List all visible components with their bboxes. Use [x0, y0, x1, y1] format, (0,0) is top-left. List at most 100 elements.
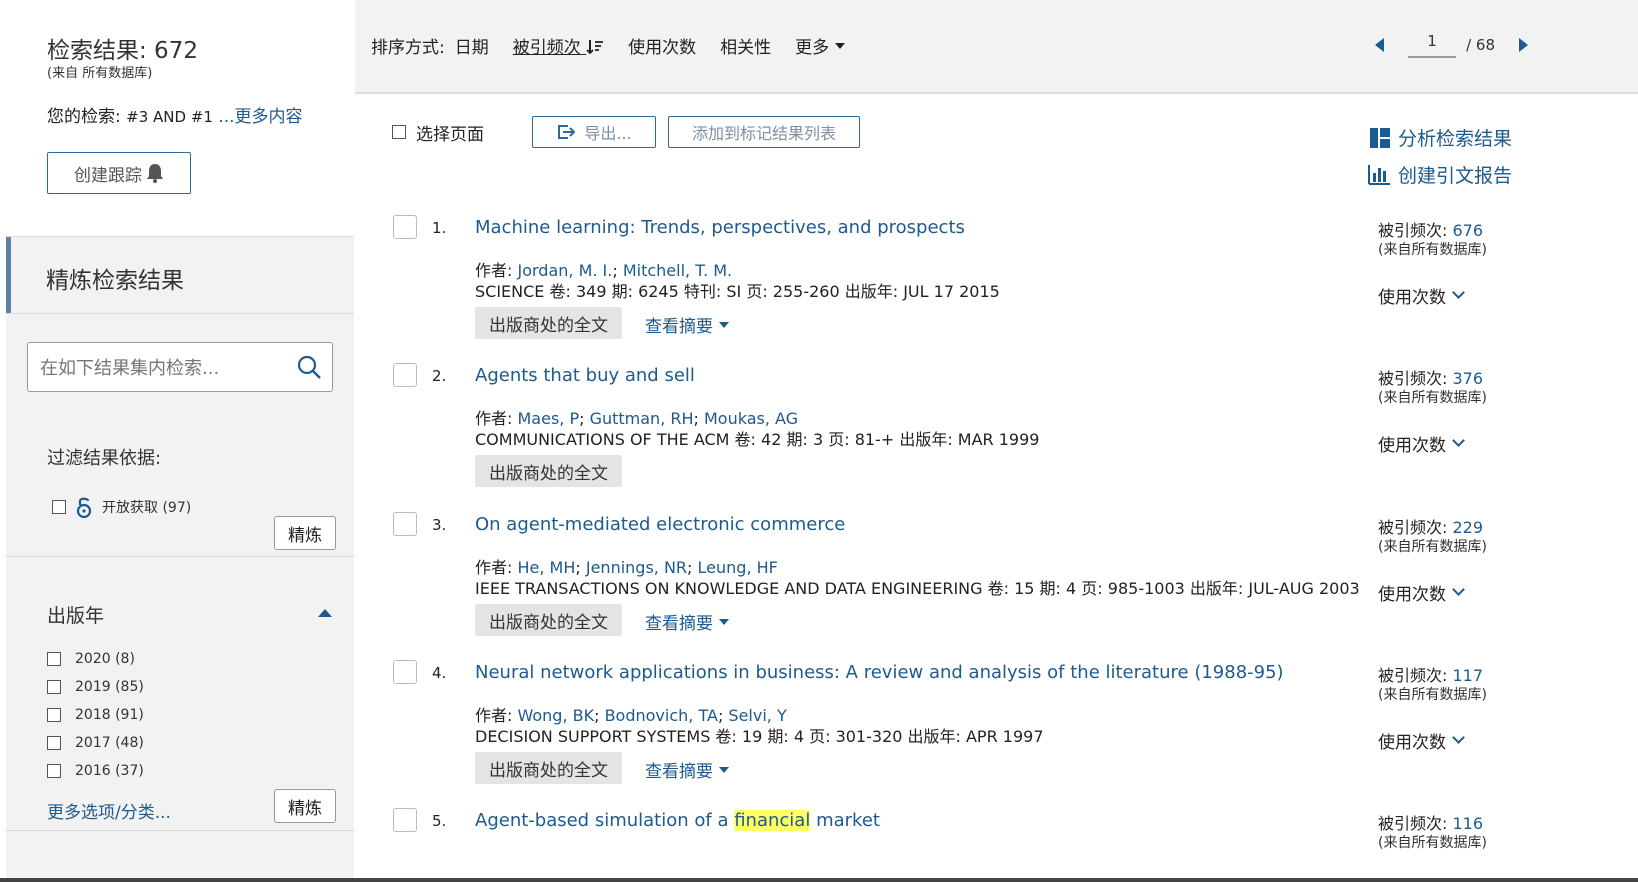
times-cited-label: 被引频次: [1378, 221, 1453, 240]
sort-usage-count[interactable]: 使用次数 [628, 33, 696, 58]
add-to-marked-list-button[interactable]: 添加到标记结果列表 [668, 116, 860, 148]
year-checkbox[interactable] [47, 680, 61, 694]
times-cited-link[interactable]: 117 [1452, 666, 1483, 685]
view-abstract-toggle[interactable]: 查看摘要 [645, 312, 729, 337]
select-page-checkbox[interactable] [392, 125, 406, 139]
result-record: 2. Agents that buy and sell 作者: Maes, P;… [393, 363, 1613, 513]
year-option[interactable]: 2019 (85) [47, 673, 144, 701]
caret-down-icon [835, 42, 846, 49]
record-source: COMMUNICATIONS OF THE ACM 卷: 42 期: 3 页: … [475, 430, 1040, 449]
times-cited: 被引频次: 229 [1378, 514, 1483, 538]
full-text-button[interactable]: 出版商处的全文 [475, 604, 622, 636]
chevron-down-icon [1452, 583, 1465, 596]
view-abstract-toggle[interactable]: 查看摘要 [645, 757, 729, 782]
analyze-icon [1370, 127, 1390, 148]
times-cited-source: (来自所有数据库) [1378, 539, 1487, 555]
times-cited-link[interactable]: 676 [1452, 221, 1483, 240]
times-cited-link[interactable]: 116 [1452, 814, 1483, 833]
record-title-link[interactable]: Agent-based simulation of a financial ma… [475, 810, 880, 831]
sort-more-dropdown[interactable]: 更多 [795, 33, 846, 58]
export-button[interactable]: 导出... [532, 116, 656, 148]
view-abstract-toggle[interactable]: 查看摘要 [645, 609, 729, 634]
title-part: Agent-based simulation of a [475, 810, 735, 831]
usage-count-toggle[interactable]: 使用次数 [1378, 580, 1465, 605]
times-cited-label: 被引频次: [1378, 369, 1453, 388]
usage-count-toggle[interactable]: 使用次数 [1378, 283, 1465, 308]
year-option[interactable]: 2017 (48) [47, 729, 144, 757]
record-checkbox[interactable] [393, 363, 417, 387]
sort-times-cited[interactable]: 被引频次 [513, 33, 604, 58]
usage-count-label: 使用次数 [1378, 733, 1446, 753]
results-toolbar: 选择页面 导出... 添加到标记结果列表 [392, 116, 872, 148]
search-icon[interactable] [296, 354, 322, 380]
usage-count-label: 使用次数 [1378, 585, 1446, 605]
year-checkbox[interactable] [47, 708, 61, 722]
year-checkbox[interactable] [47, 652, 61, 666]
refine-year-button[interactable]: 精炼 [274, 789, 336, 823]
year-label: 2016 (37) [75, 763, 144, 779]
refine-header: 精炼检索结果 [6, 236, 354, 314]
sort-more-label: 更多 [795, 38, 830, 58]
record-title-link[interactable]: Neural network applications in business:… [475, 662, 1284, 683]
result-record: 3. On agent-mediated electronic commerce… [393, 512, 1613, 662]
record-checkbox[interactable] [393, 660, 417, 684]
full-text-button[interactable]: 出版商处的全文 [475, 307, 622, 339]
usage-count-toggle[interactable]: 使用次数 [1378, 431, 1465, 456]
year-option[interactable]: 2016 (37) [47, 757, 144, 785]
times-cited-link[interactable]: 229 [1452, 518, 1483, 537]
your-search-label: 您的检索: [47, 107, 127, 127]
times-cited-source: (来自所有数据库) [1378, 242, 1487, 258]
filter-open-access[interactable]: 开放获取 (97) [52, 496, 191, 518]
search-within-input[interactable] [38, 353, 292, 383]
caret-down-icon [719, 618, 729, 625]
next-page-icon[interactable] [1519, 38, 1528, 52]
search-highlight: financial [734, 810, 811, 831]
result-record: 5. Agent-based simulation of a financial… [393, 808, 1613, 878]
record-checkbox[interactable] [393, 215, 417, 239]
sort-date[interactable]: 日期 [455, 33, 489, 58]
usage-count-toggle[interactable]: 使用次数 [1378, 728, 1465, 753]
pub-year-list: 2020 (8) 2019 (85) 2018 (91) 2017 (48) 2… [47, 645, 144, 785]
create-citation-report-link[interactable]: 创建引文报告 [1368, 161, 1512, 188]
record-source: IEEE TRANSACTIONS ON KNOWLEDGE AND DATA … [475, 579, 1360, 598]
pub-year-title: 出版年 [47, 605, 105, 627]
analyze-results-link[interactable]: 分析检索结果 [1370, 124, 1512, 151]
times-cited: 被引频次: 116 [1378, 810, 1483, 834]
record-index: 5. [432, 812, 447, 830]
sort-relevance[interactable]: 相关性 [720, 33, 771, 58]
record-checkbox[interactable] [393, 808, 417, 832]
create-alert-label: 创建跟踪 [74, 165, 142, 186]
times-cited-source: (来自所有数据库) [1378, 390, 1487, 406]
search-within-box[interactable] [27, 342, 333, 392]
select-page[interactable]: 选择页面 [392, 120, 484, 145]
collapse-caret-icon[interactable] [318, 609, 332, 617]
times-cited-source: (来自所有数据库) [1378, 687, 1487, 703]
record-title-link[interactable]: On agent-mediated electronic commerce [475, 514, 845, 535]
full-text-button[interactable]: 出版商处的全文 [475, 752, 622, 784]
refine-button[interactable]: 精炼 [274, 516, 336, 550]
more-content-link[interactable]: ...更多内容 [213, 107, 302, 127]
title-part: market [810, 810, 880, 831]
times-cited-link[interactable]: 376 [1452, 369, 1483, 388]
usage-count-label: 使用次数 [1378, 288, 1446, 308]
year-checkbox[interactable] [47, 764, 61, 778]
chevron-down-icon [1452, 731, 1465, 744]
view-abstract-label: 查看摘要 [645, 317, 713, 337]
full-text-button[interactable]: 出版商处的全文 [475, 455, 622, 487]
open-access-checkbox[interactable] [52, 500, 66, 514]
filter-label: 过滤结果依据: [47, 448, 162, 469]
year-checkbox[interactable] [47, 736, 61, 750]
record-checkbox[interactable] [393, 512, 417, 536]
record-title-link[interactable]: Machine learning: Trends, perspectives, … [475, 217, 965, 238]
page-number-input[interactable]: 1 [1408, 32, 1457, 58]
more-options-link[interactable]: 更多选项/分类... [47, 798, 171, 823]
record-index: 4. [432, 664, 447, 682]
prev-page-icon[interactable] [1375, 38, 1385, 52]
year-option[interactable]: 2020 (8) [47, 645, 144, 673]
pagination: 1 / 68 [1375, 32, 1528, 58]
year-option[interactable]: 2018 (91) [47, 701, 144, 729]
record-title-link[interactable]: Agents that buy and sell [475, 365, 695, 386]
create-alert-button[interactable]: 创建跟踪 [47, 152, 191, 194]
divider [6, 830, 354, 831]
sort-descending-icon [586, 40, 604, 55]
